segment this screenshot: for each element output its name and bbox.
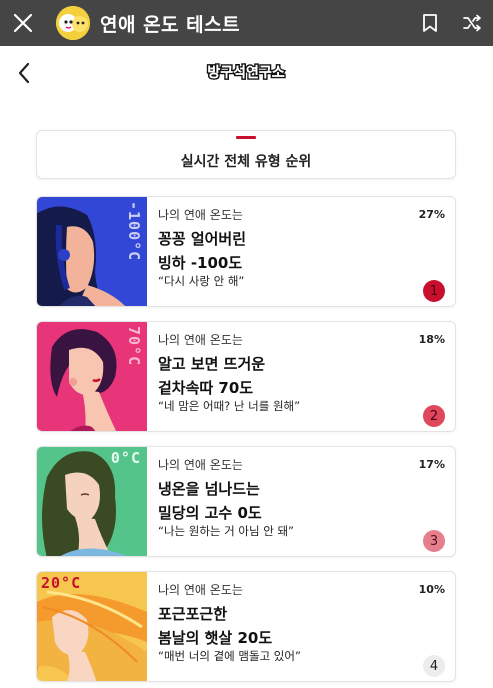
rank-percent-4: 10%	[418, 583, 445, 596]
bookmark-icon	[423, 14, 437, 32]
rank-quote-2: “네 맘은 어때? 난 너를 원해”	[158, 399, 301, 413]
rank-badge-1: 1	[423, 280, 445, 302]
thumb-temperature-4: 20°C	[41, 574, 82, 592]
ranking-heading-card: 실시간 전체 유형 순위	[36, 130, 456, 179]
rank-badge-3: 3	[423, 530, 445, 552]
brand-logo: 방구석연구소 방구석연구소	[200, 61, 292, 83]
thumb-temperature-3: 0°C	[110, 449, 141, 467]
chevron-left-icon	[18, 62, 30, 84]
rank-card-1[interactable]: -100°C 나의 연애 온도는 27% 꽁꽁 얼어버린 빙하 -100도 “다…	[36, 196, 456, 307]
close-icon	[13, 13, 33, 33]
rank-name-line2-4: 봄날의 햇살 20도	[158, 629, 273, 647]
svg-text:방구석연구소: 방구석연구소	[207, 64, 284, 81]
rank-thumbnail-1: -100°C	[37, 197, 147, 306]
ranking-heading: 실시간 전체 유형 순위	[180, 154, 312, 170]
close-button[interactable]	[0, 0, 46, 46]
rank-name-line1-2: 알고 보면 뜨거운	[158, 355, 266, 373]
rank-thumbnail-4: 20°C	[37, 572, 147, 681]
bookmark-button[interactable]	[409, 0, 451, 46]
heading-accent-bar	[236, 136, 256, 139]
rank-intro-4: 나의 연애 온도는	[158, 583, 243, 597]
rank-card-2[interactable]: 70°C 나의 연애 온도는 18% 알고 보면 뜨거운 겉차속따 70도 “네…	[36, 321, 456, 432]
rank-intro-3: 나의 연애 온도는	[158, 458, 243, 472]
rank-intro-1: 나의 연애 온도는	[158, 208, 243, 222]
thumb-temperature-2: 70°C	[125, 326, 143, 367]
rank-thumbnail-3: 0°C	[37, 447, 147, 556]
rank-name-line1-3: 냉온을 넘나드는	[158, 480, 260, 498]
shuffle-button[interactable]	[451, 0, 493, 46]
rank-card-3[interactable]: 0°C 나의 연애 온도는 17% 냉온을 넘나드는 밀당의 고수 0도 “나는…	[36, 446, 456, 557]
app-title: 연애 온도 테스트	[100, 13, 241, 36]
rank-percent-2: 18%	[418, 333, 445, 346]
rank-quote-1: “다시 사랑 안 해”	[158, 274, 245, 288]
back-button[interactable]	[10, 58, 38, 88]
rank-intro-2: 나의 연애 온도는	[158, 333, 243, 347]
thumb-temperature-1: -100°C	[125, 201, 143, 262]
rank-badge-4: 4	[423, 655, 445, 677]
rank-name-line1-4: 포근포근한	[158, 605, 228, 623]
shuffle-icon	[463, 14, 481, 32]
character-avatar-icon	[56, 6, 90, 40]
rank-badge-2: 2	[423, 405, 445, 427]
rank-name-line2-1: 빙하 -100도	[158, 254, 243, 272]
rank-name-line1-1: 꽁꽁 얼어버린	[158, 230, 247, 248]
rank-percent-3: 17%	[418, 458, 445, 471]
rank-thumbnail-2: 70°C	[37, 322, 147, 431]
rank-name-line2-3: 밀당의 고수 0도	[158, 504, 262, 522]
rank-name-line2-2: 겉차속따 70도	[158, 379, 254, 397]
rank-card-4[interactable]: 20°C 나의 연애 온도는 10% 포근포근한 봄날의 햇살 20도 “매번 …	[36, 571, 456, 682]
sub-header: 방구석연구소 방구석연구소	[0, 46, 493, 102]
rank-quote-3: “나는 원하는 거 아님 안 돼”	[158, 524, 294, 538]
rank-quote-4: “매번 너의 곁에 맴돌고 있어”	[158, 649, 301, 663]
top-bar: 연애 온도 테스트	[0, 0, 493, 46]
rank-percent-1: 27%	[418, 208, 445, 221]
